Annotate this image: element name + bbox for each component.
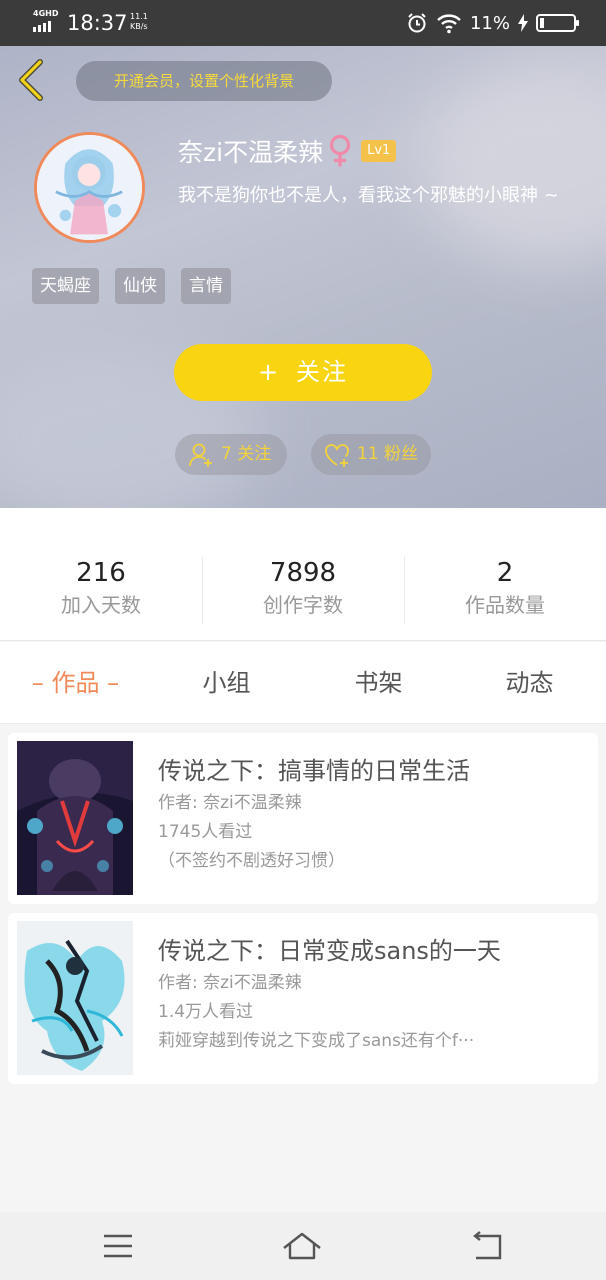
- fans-count-button[interactable]: 11 粉丝: [311, 434, 431, 475]
- tag-genre-xianxia: 仙侠: [115, 268, 165, 304]
- tab-bookshelf[interactable]: 书架: [303, 642, 454, 724]
- plus-icon: +: [257, 358, 281, 386]
- profile-tabs: – 作品 – 小组 书架 动态: [0, 642, 606, 724]
- stat-value: 7898: [269, 558, 337, 588]
- speed-value: 11.1: [130, 12, 148, 21]
- work-cover-image: [17, 741, 133, 895]
- status-time: 18:37: [67, 11, 128, 35]
- stat-label: 加入天数: [61, 593, 141, 617]
- tab-activity[interactable]: 动态: [454, 642, 605, 724]
- status-bar: 4GHD 18:37 11.1 KB/s 11%: [0, 0, 606, 46]
- username: 奈zi不温柔辣: [178, 138, 324, 167]
- stat-word-count: 7898 创作字数: [202, 556, 404, 620]
- stat-label: 作品数量: [465, 593, 545, 617]
- stat-label: 创作字数: [263, 593, 343, 617]
- user-bio: 我不是狗你也不是人，看我这个邪魅的小眼神 ~: [178, 185, 559, 206]
- back-nav-icon[interactable]: [466, 1224, 510, 1268]
- follow-button-label: 关注: [296, 358, 349, 386]
- work-card[interactable]: 传说之下：搞事情的日常生活 作者: 奈zi不温柔辣 1745人看过 （不签约不剧…: [8, 733, 598, 904]
- avatar[interactable]: [34, 132, 145, 243]
- follow-button[interactable]: + 关注: [174, 344, 432, 401]
- speed-unit: KB/s: [130, 22, 148, 31]
- alarm-icon: [408, 13, 426, 33]
- charging-icon: [518, 14, 528, 32]
- signal-icon: 4GHD: [33, 9, 59, 34]
- level-badge: Lv1: [361, 140, 397, 162]
- tab-works[interactable]: – 作品 –: [0, 642, 151, 724]
- add-user-icon: [189, 443, 212, 467]
- heart-plus-icon: [325, 443, 349, 467]
- avatar-image: [37, 135, 142, 240]
- stat-value: 2: [496, 558, 514, 588]
- work-cover-image: [17, 921, 133, 1075]
- work-summary: 莉娅穿越到传说之下变成了sans还有个f···: [158, 1031, 475, 1051]
- network-speed: 11.1 KB/s: [130, 12, 148, 32]
- work-views: 1745人看过: [158, 822, 253, 842]
- vip-background-banner[interactable]: 开通会员，设置个性化背景: [76, 61, 332, 101]
- fans-count: 11 粉丝: [357, 444, 419, 464]
- wifi-icon: [437, 14, 461, 34]
- menu-icon[interactable]: [96, 1224, 140, 1268]
- work-title: 传说之下：日常变成sans的一天: [158, 937, 501, 965]
- battery-icon: [536, 14, 579, 32]
- work-author: 作者: 奈zi不温柔辣: [158, 973, 302, 993]
- stat-days-joined: 216 加入天数: [0, 556, 202, 620]
- work-card[interactable]: 传说之下：日常变成sans的一天 作者: 奈zi不温柔辣 1.4万人看过 莉娅穿…: [8, 913, 598, 1084]
- stat-value: 216: [76, 558, 126, 588]
- back-arrow-icon[interactable]: [14, 58, 50, 102]
- stat-works-count: 2 作品数量: [404, 556, 606, 620]
- following-count-button[interactable]: 7 关注: [175, 434, 287, 475]
- profile-header: 开通会员，设置个性化背景 奈zi不温柔辣 Lv1 我不是狗你也不是人，看我这个邪…: [0, 46, 606, 508]
- network-type: 4GHD: [33, 9, 59, 18]
- profile-stats: 216 加入天数 7898 创作字数 2 作品数量: [0, 508, 606, 641]
- work-title: 传说之下：搞事情的日常生活: [158, 757, 470, 785]
- tag-genre-romance: 言情: [181, 268, 231, 304]
- tab-groups[interactable]: 小组: [151, 642, 302, 724]
- work-summary: （不签约不剧透好习惯）: [158, 851, 345, 871]
- work-author: 作者: 奈zi不温柔辣: [158, 793, 302, 813]
- work-views: 1.4万人看过: [158, 1002, 254, 1022]
- tag-zodiac: 天蝎座: [32, 268, 99, 304]
- system-nav-bar: [0, 1212, 606, 1280]
- battery-percent: 11%: [469, 12, 510, 34]
- female-gender-icon: [329, 134, 351, 167]
- home-icon[interactable]: [280, 1224, 324, 1268]
- following-count: 7 关注: [221, 444, 272, 464]
